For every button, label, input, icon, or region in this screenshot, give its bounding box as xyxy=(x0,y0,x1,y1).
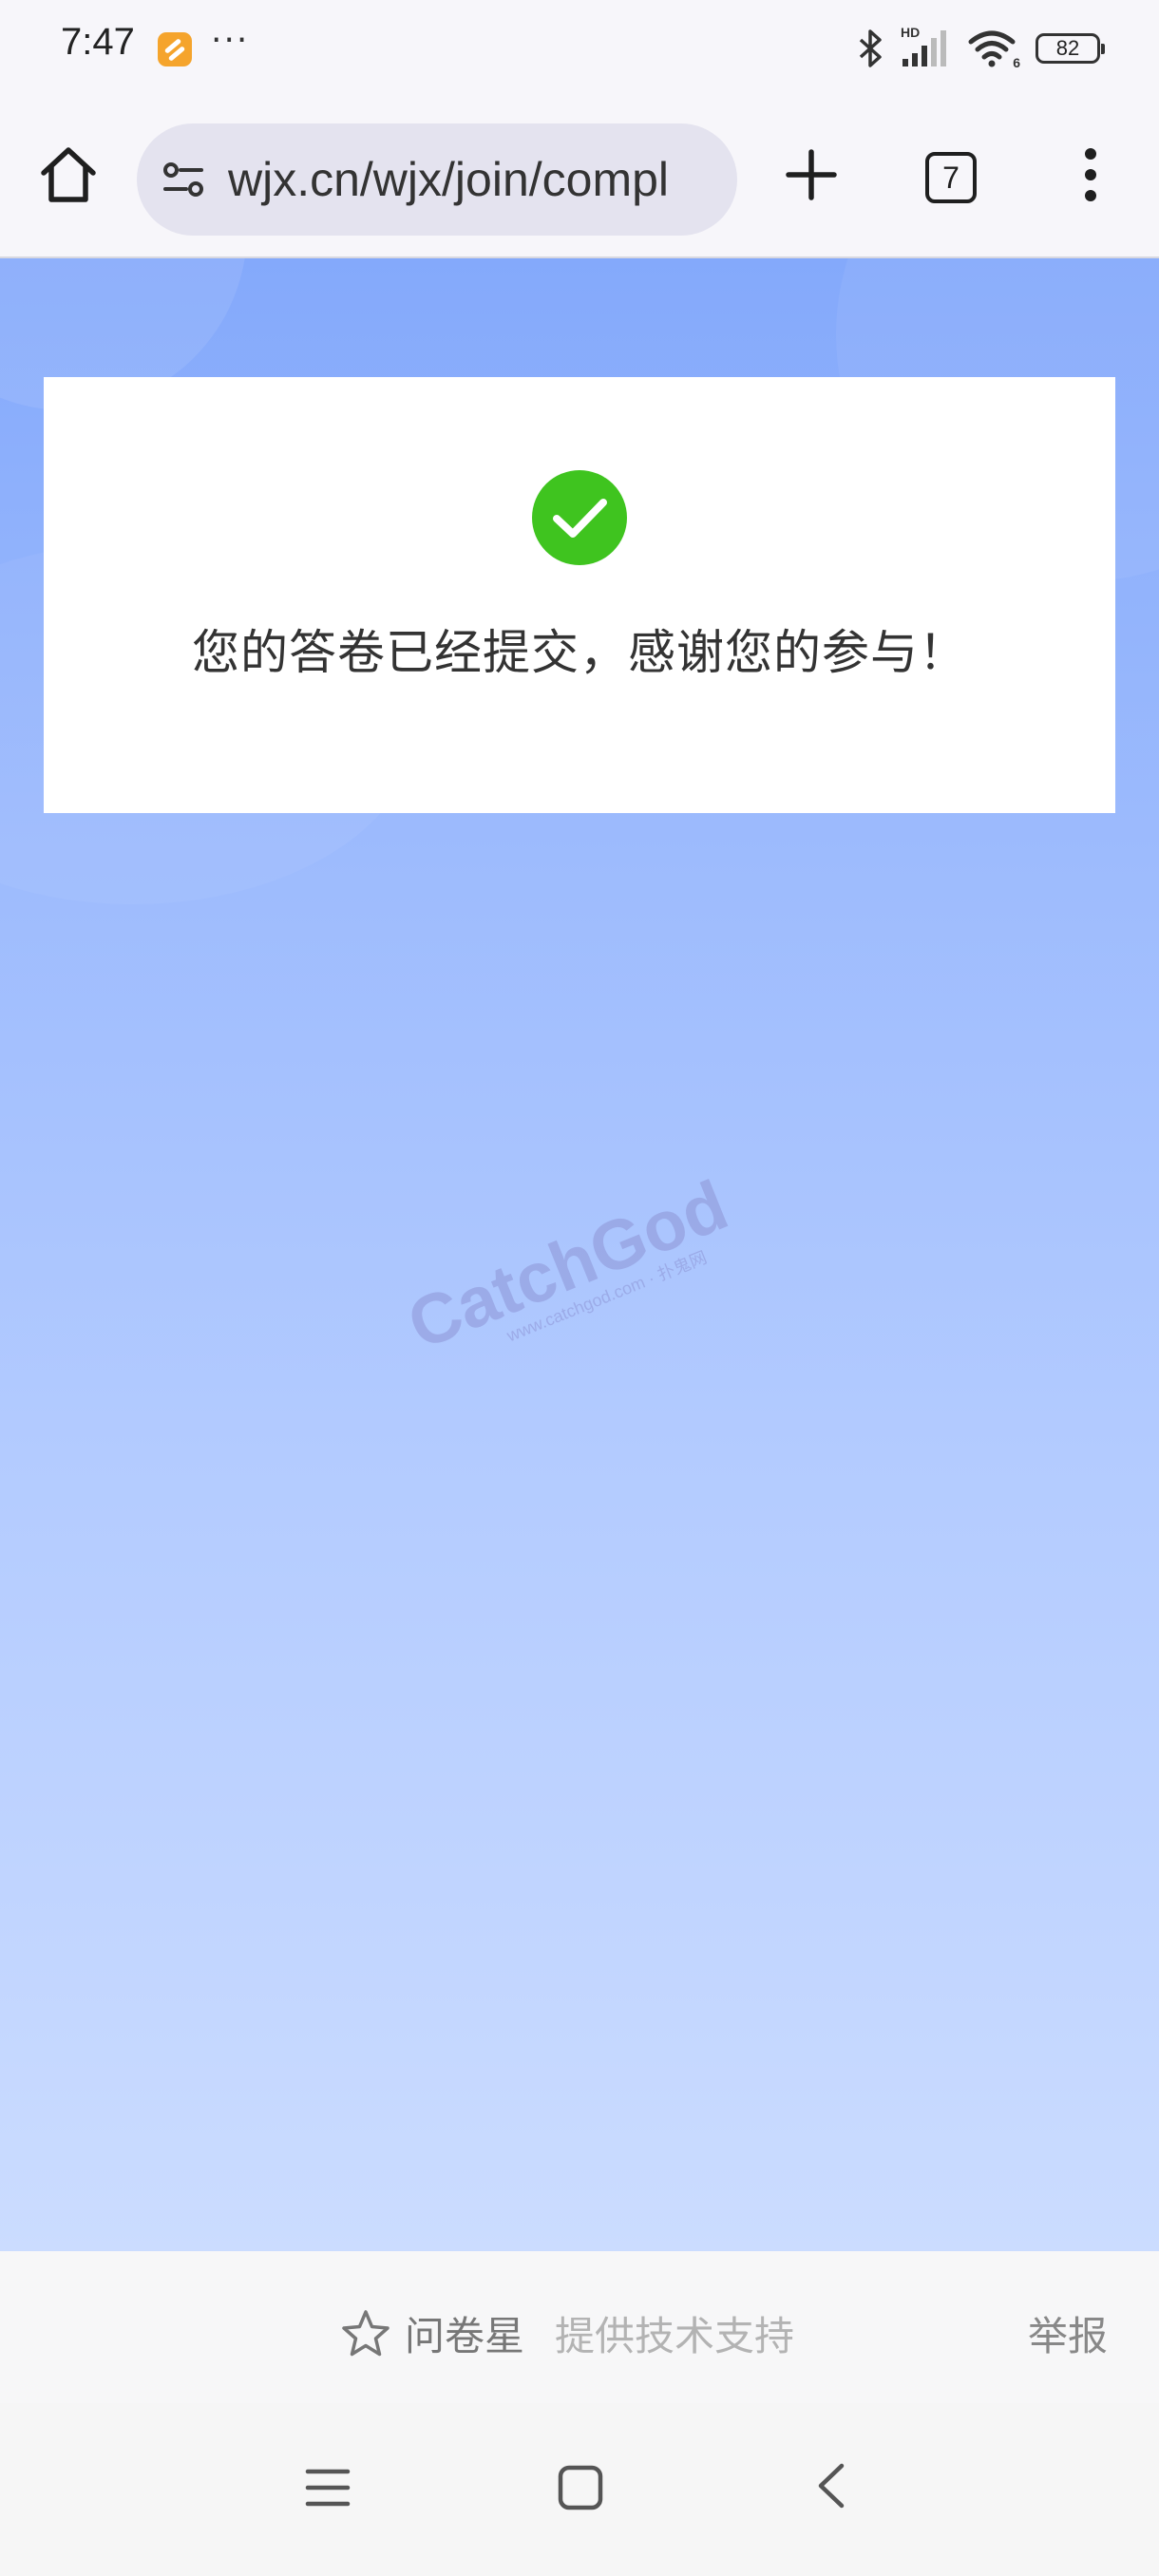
system-navigation-bar xyxy=(0,2403,1159,2576)
wifi-6-label: 6 xyxy=(1013,55,1020,70)
bluetooth-icon xyxy=(859,29,882,67)
status-icons: HD 6 82 xyxy=(857,25,1105,70)
status-bar: 7:47 ··· HD 6 82 xyxy=(0,0,1159,95)
app-notification-icon xyxy=(158,32,192,66)
address-bar[interactable]: wjx.cn/wjx/join/compl xyxy=(137,123,737,236)
success-message: 您的答卷已经提交，感谢您的参与！ xyxy=(192,625,967,680)
page-background: 您的答卷已经提交，感谢您的参与！ CatchGod www.catchgod.c… xyxy=(0,258,1159,2251)
site-settings-icon[interactable] xyxy=(160,156,207,203)
recent-apps-button[interactable] xyxy=(302,2462,353,2513)
success-check-icon xyxy=(532,470,627,565)
star-icon xyxy=(342,2310,390,2357)
browser-toolbar: wjx.cn/wjx/join/compl 7 xyxy=(0,95,1159,258)
cellular-signal-icon: HD xyxy=(901,25,952,68)
wifi-icon: 6 xyxy=(967,28,1020,70)
home-button[interactable] xyxy=(34,141,103,209)
back-button[interactable] xyxy=(808,2460,859,2511)
url-text[interactable]: wjx.cn/wjx/join/compl xyxy=(228,152,669,207)
tech-support-text: 提供技术支持 xyxy=(555,2313,795,2359)
brand-link[interactable]: 问卷星 xyxy=(405,2304,524,2362)
page-footer: 问卷星 提供技术支持 举报 xyxy=(0,2251,1159,2403)
report-link[interactable]: 举报 xyxy=(1028,2304,1108,2362)
tab-count: 7 xyxy=(942,160,960,195)
tab-switcher-button[interactable]: 7 xyxy=(925,152,977,203)
watermark-logo: CatchGod www.catchgod.com · 扑鬼网 xyxy=(397,1155,782,1413)
more-menu-button[interactable] xyxy=(1064,141,1117,209)
system-home-button[interactable] xyxy=(555,2462,606,2513)
new-tab-button[interactable] xyxy=(777,141,846,209)
submission-success-card: 您的答卷已经提交，感谢您的参与！ xyxy=(44,377,1115,813)
battery-icon: 82 xyxy=(1036,33,1105,64)
more-notifications-icon: ··· xyxy=(211,21,250,60)
status-time: 7:47 xyxy=(61,21,135,63)
